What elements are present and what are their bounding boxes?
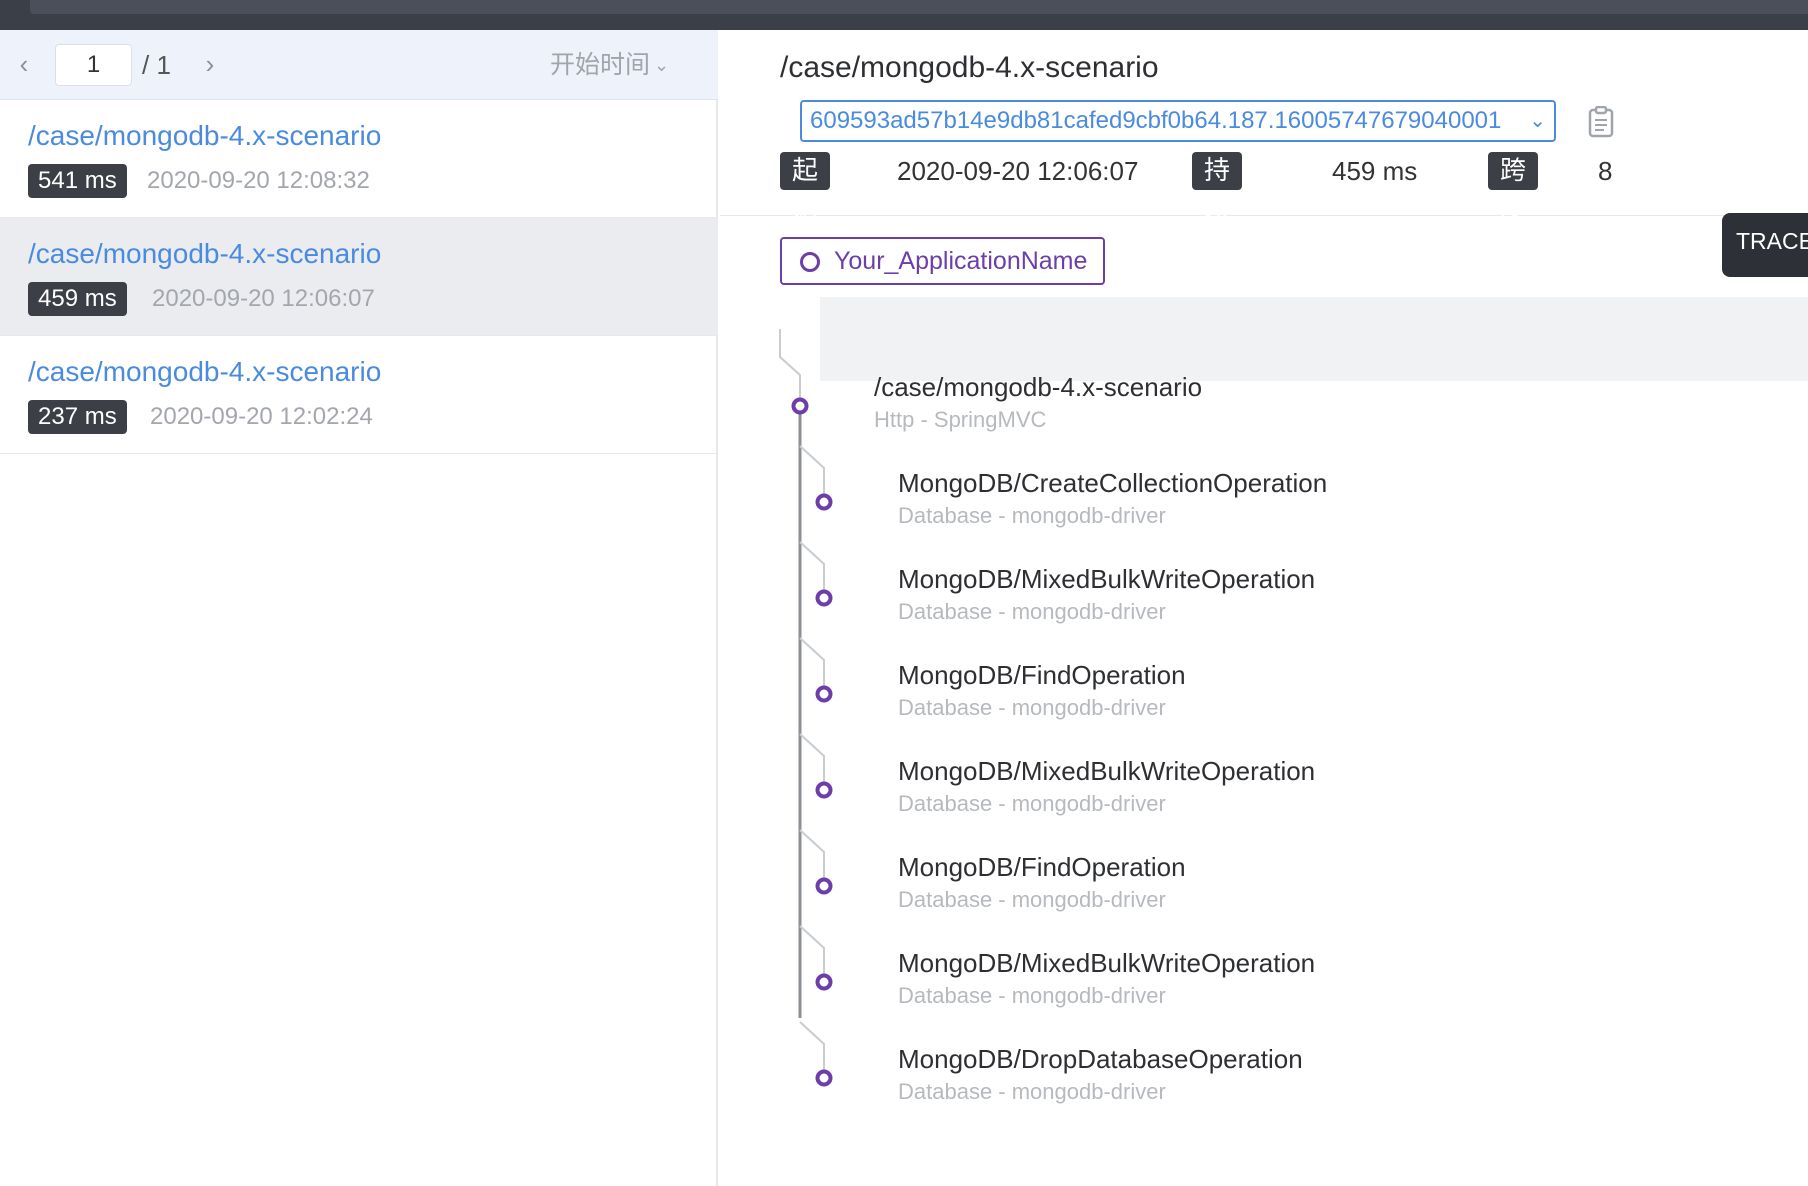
trace-endpoint-link[interactable]: /case/mongodb-4.x-scenario — [28, 236, 381, 272]
span-node[interactable]: MongoDB/MixedBulkWriteOperation Database … — [898, 754, 1315, 820]
span-node[interactable]: MongoDB/FindOperation Database - mongodb-… — [898, 658, 1186, 724]
duration-label-tag: 持续时间 — [1192, 152, 1243, 300]
span-node-dot — [815, 685, 833, 703]
tree-connector — [779, 329, 801, 406]
span-node[interactable]: MongoDB/FindOperation Database - mongodb-… — [898, 850, 1186, 916]
span-node[interactable]: MongoDB/DropDatabaseOperation Database - … — [898, 1042, 1303, 1108]
span-node[interactable]: MongoDB/MixedBulkWriteOperation Database … — [898, 946, 1315, 1012]
span-node-dot — [815, 781, 833, 799]
trace-endpoint-link[interactable]: /case/mongodb-4.x-scenario — [28, 118, 381, 154]
duration-badge: 237 ms — [28, 400, 127, 434]
span-type: Database - mongodb-driver — [898, 887, 1166, 912]
span-type: Database - mongodb-driver — [898, 599, 1166, 624]
span-name: MongoDB/FindOperation — [898, 660, 1186, 690]
span-type: Database - mongodb-driver — [898, 503, 1166, 528]
span-value: 8 — [1598, 156, 1613, 186]
tree-branch — [799, 733, 825, 790]
span-tree-lines — [779, 329, 833, 1087]
span-node-dot — [815, 493, 833, 511]
span-node-dot — [815, 973, 833, 991]
tree-branch — [799, 445, 825, 502]
chevron-down-icon: ⌄ — [654, 55, 670, 76]
span-name: MongoDB/MixedBulkWriteOperation — [898, 948, 1316, 978]
span-type: Database - mongodb-driver — [898, 695, 1166, 720]
span-type: Http - SpringMVC — [874, 407, 1047, 432]
trace-id-select[interactable]: 609593ad57b14e9db81cafed9cbf0b64.187.160… — [800, 100, 1556, 142]
chevron-right-icon[interactable]: › — [198, 50, 222, 78]
span-name: MongoDB/CreateCollectionOperation — [898, 468, 1328, 498]
trace-time: 2020-09-20 12:06:07 — [152, 285, 375, 312]
tree-branch — [799, 541, 825, 598]
trace-list-item-selected[interactable]: /case/mongodb-4.x-scenario 459 ms 2020-0… — [0, 218, 718, 336]
span-name: MongoDB/MixedBulkWriteOperation — [898, 564, 1316, 594]
sort-dropdown[interactable]: 开始时间 ⌄ — [550, 48, 669, 83]
sort-label: 开始时间 — [550, 50, 651, 79]
span-node[interactable]: MongoDB/MixedBulkWriteOperation Database … — [898, 562, 1315, 628]
span-label-tag: 跨度 — [1488, 152, 1539, 224]
span-name: MongoDB/DropDatabaseOperation — [898, 1044, 1303, 1074]
trace-list-panel: ‹ 1 / 1 › 开始时间 ⌄ /case/mongodb-4.x-scenar… — [0, 30, 718, 1186]
page-total: / 1 — [142, 50, 171, 80]
span-name: MongoDB/MixedBulkWriteOperation — [898, 756, 1316, 786]
span-type: Database - mongodb-driver — [898, 1079, 1166, 1104]
trace-list-item[interactable]: /case/mongodb-4.x-scenario 541 ms 2020-0… — [0, 100, 718, 218]
span-type: Database - mongodb-driver — [898, 791, 1166, 816]
tree-branch — [799, 637, 825, 694]
trace-id-value: 609593ad57b14e9db81cafed9cbf0b64.187.160… — [810, 107, 1502, 134]
span-type: Database - mongodb-driver — [898, 983, 1166, 1008]
pagination-bar: ‹ 1 / 1 › 开始时间 ⌄ — [0, 30, 718, 100]
trace-detail-panel: /case/mongodb-4.x-scenario 609593ad57b14… — [720, 30, 1808, 1186]
span-name: /case/mongodb-4.x-scenario — [874, 372, 1203, 402]
trace-detail-header: /case/mongodb-4.x-scenario 609593ad57b14… — [720, 30, 1808, 300]
start-value: 2020-09-20 12:06:07 — [897, 156, 1139, 186]
chevron-left-icon[interactable]: ‹ — [12, 50, 36, 78]
duration-value: 459 ms — [1332, 156, 1418, 186]
span-tree-area: Your_ApplicationName TRACE /case/mongodb… — [720, 213, 1808, 1186]
top-bar — [0, 0, 1808, 30]
span-node-dot — [815, 589, 833, 607]
chevron-down-icon: ⌄ — [1529, 110, 1546, 132]
trace-title: /case/mongodb-4.x-scenario — [780, 51, 1159, 84]
span-node[interactable]: MongoDB/CreateCollectionOperation Databas… — [898, 466, 1327, 532]
trace-list-item[interactable]: /case/mongodb-4.x-scenario 237 ms 2020-0… — [0, 336, 718, 454]
tree-branch — [799, 829, 825, 886]
tree-branch — [799, 925, 825, 982]
top-bar-strip — [30, 0, 1808, 14]
trace-time: 2020-09-20 12:02:24 — [150, 403, 373, 430]
span-name: MongoDB/FindOperation — [898, 852, 1186, 882]
span-node-dot — [791, 397, 809, 415]
start-label-tag: 起始点 — [780, 152, 831, 262]
duration-badge: 459 ms — [28, 282, 127, 316]
duration-badge: 541 ms — [28, 164, 127, 198]
page-number-input[interactable]: 1 — [55, 44, 132, 86]
span-node-dot — [815, 877, 833, 895]
trace-time: 2020-09-20 12:08:32 — [147, 167, 370, 194]
trace-endpoint-link[interactable]: /case/mongodb-4.x-scenario — [28, 354, 381, 390]
span-node[interactable]: /case/mongodb-4.x-scenario Http - SpringM… — [874, 370, 1202, 436]
clipboard-icon[interactable] — [1588, 106, 1614, 138]
tree-branch — [799, 1021, 825, 1078]
span-node-dot — [815, 1069, 833, 1087]
